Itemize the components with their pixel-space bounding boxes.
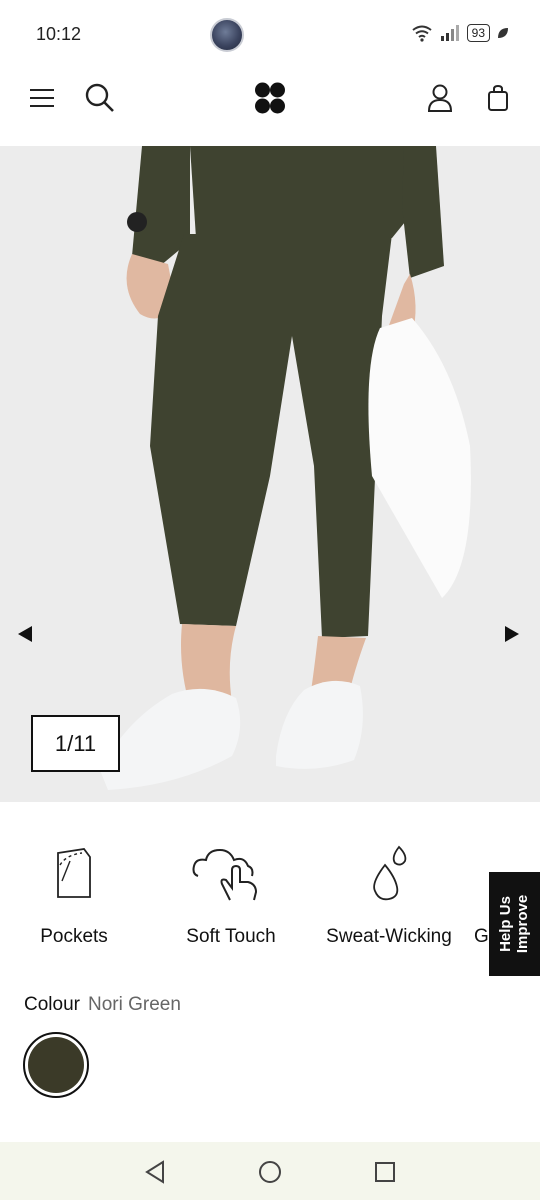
status-bar: 10:12 93 xyxy=(0,0,540,66)
product-photo xyxy=(0,146,540,802)
gallery-counter: 1/11 xyxy=(31,715,120,772)
status-avatar xyxy=(210,18,244,52)
colour-row: Colour Nori Green xyxy=(24,994,181,1016)
recents-button[interactable] xyxy=(370,1158,400,1186)
product-image[interactable] xyxy=(0,146,540,802)
help-us-improve-tab[interactable]: Help Us Improve xyxy=(489,872,540,976)
home-button[interactable] xyxy=(255,1158,285,1186)
status-icons: 93 xyxy=(411,24,510,42)
brand-logo-icon xyxy=(255,82,285,114)
menu-button[interactable] xyxy=(22,78,62,118)
signal-icon xyxy=(440,25,459,41)
feature-label: Soft Touch xyxy=(186,926,276,947)
colour-label: Colour xyxy=(24,994,80,1015)
leaf-icon xyxy=(498,28,508,38)
search-button[interactable] xyxy=(80,78,120,118)
shopping-bag-icon xyxy=(488,84,508,111)
recents-square-icon xyxy=(375,1162,395,1182)
feature-soft-touch: Soft Touch xyxy=(175,840,287,948)
status-time: 10:12 xyxy=(36,24,82,44)
help-tab-line1: Help Us xyxy=(497,896,515,952)
user-icon xyxy=(427,84,453,112)
battery-indicator: 93 xyxy=(466,24,490,42)
colour-swatch xyxy=(28,1037,84,1093)
colour-value: Nori Green xyxy=(87,994,181,1015)
brand-logo[interactable] xyxy=(250,78,290,118)
arrow-left-icon xyxy=(18,626,32,642)
system-nav-bar xyxy=(0,1142,540,1200)
gallery-prev-button[interactable] xyxy=(16,624,40,648)
arrow-right-icon xyxy=(505,626,519,642)
app-header xyxy=(0,66,540,146)
hamburger-menu-icon xyxy=(30,89,54,107)
back-button[interactable] xyxy=(140,1158,170,1186)
feature-label: Pockets xyxy=(40,926,108,947)
feature-label: Sweat-Wicking xyxy=(326,926,452,947)
home-circle-icon xyxy=(259,1161,281,1183)
colour-swatch-selected[interactable] xyxy=(23,1032,89,1098)
help-tab-text: Help Us Improve xyxy=(498,895,532,953)
pockets-icon xyxy=(34,840,114,906)
soft-touch-icon xyxy=(175,840,287,906)
sweat-wicking-icon xyxy=(320,840,458,906)
bag-button[interactable] xyxy=(478,78,518,118)
back-triangle-icon xyxy=(145,1160,164,1184)
wifi-icon xyxy=(412,25,432,42)
search-icon xyxy=(85,83,114,112)
account-button[interactable] xyxy=(420,78,460,118)
help-tab-line2: Improve xyxy=(514,894,532,954)
feature-pockets: Pockets xyxy=(34,840,114,948)
feature-sweat-wicking: Sweat-Wicking xyxy=(320,840,458,948)
gallery-next-button[interactable] xyxy=(503,624,527,648)
feature-list: Pockets Soft Touch Sweat-Wicking G xyxy=(0,840,540,960)
